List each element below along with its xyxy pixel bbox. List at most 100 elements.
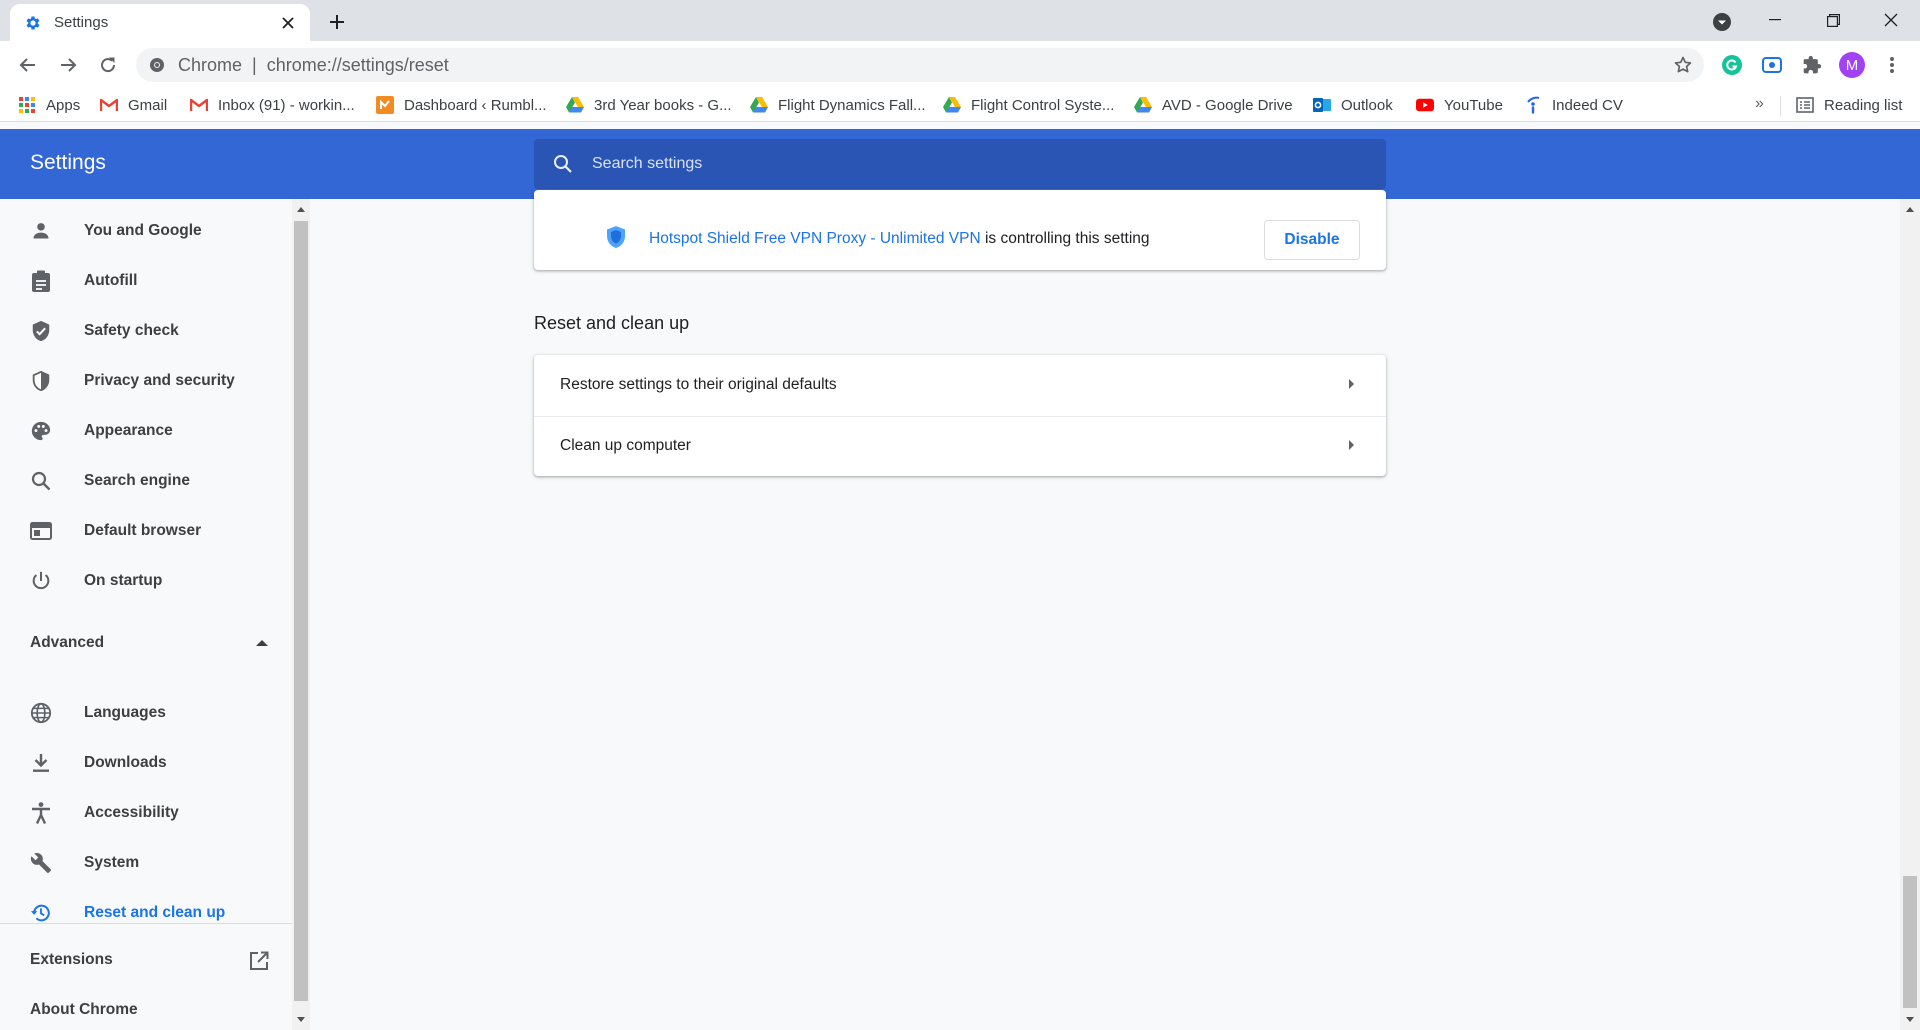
arrow-right-icon: [1349, 440, 1354, 450]
scrollbar-thumb[interactable]: [1903, 876, 1917, 1008]
palette-icon: [29, 419, 53, 443]
bookmark-label: Gmail: [128, 96, 168, 114]
search-input[interactable]: [592, 155, 1292, 173]
sidebar-item-label: On startup: [84, 572, 163, 589]
bookmark-label: 3rd Year books - G...: [594, 96, 732, 114]
scrollbar-thumb[interactable]: [294, 221, 308, 1001]
bookmark-label: Dashboard ‹ Rumbl...: [404, 96, 547, 114]
advanced-toggle[interactable]: Advanced: [30, 631, 270, 655]
gmail-icon: [100, 96, 118, 114]
sidebar-item-label: You and Google: [84, 222, 202, 239]
scroll-down-arrow-icon[interactable]: [297, 1017, 305, 1022]
grammarly-extension-icon[interactable]: [1716, 49, 1748, 81]
clean-up-computer-row[interactable]: Clean up computer: [534, 416, 1386, 476]
bookmark-gmail[interactable]: Gmail: [100, 93, 167, 117]
section-title: Reset and clean up: [534, 313, 690, 333]
bookmark-3rd-year-books[interactable]: 3rd Year books - G...: [566, 93, 732, 117]
sidebar-item-on-startup[interactable]: On startup: [0, 557, 292, 605]
reading-list-button[interactable]: Reading list: [1796, 93, 1902, 117]
bookmark-label: Flight Control Syste...: [971, 96, 1115, 114]
gmail-icon: [190, 96, 208, 114]
advanced-label: Advanced: [30, 634, 105, 651]
disable-extension-button[interactable]: Disable: [1264, 220, 1360, 260]
main-scrollbar[interactable]: [1900, 199, 1920, 1030]
bookmark-label: Inbox (91) - workin...: [218, 96, 355, 114]
sidebar-item-label: Search engine: [84, 472, 190, 489]
youtube-icon: [1416, 96, 1434, 114]
apps-grid-icon: [18, 96, 36, 114]
sidebar-item-label: System: [84, 854, 140, 871]
close-tab-icon[interactable]: [278, 13, 298, 33]
row-label: Restore settings to their original defau…: [560, 376, 837, 393]
tab-search-button[interactable]: [1710, 10, 1734, 34]
sidebar-item-privacy-and-security[interactable]: Privacy and security: [0, 357, 292, 405]
sidebar-item-default-browser[interactable]: Default browser: [0, 507, 292, 555]
profile-avatar[interactable]: M: [1836, 49, 1868, 81]
google-drive-icon: [943, 96, 961, 114]
bookmark-indeed-cv[interactable]: Indeed CV: [1524, 93, 1623, 117]
sidebar-item-languages[interactable]: Languages: [0, 689, 292, 737]
scroll-up-arrow-icon[interactable]: [1906, 207, 1914, 212]
sidebar-item-system[interactable]: System: [0, 839, 292, 887]
sidebar-item-you-and-google[interactable]: You and Google: [0, 207, 292, 255]
address-bar[interactable]: Chrome | chrome://settings/reset: [136, 48, 1704, 82]
bookmarks-bar: Apps Gmail Inbox (91) - workin... Dashbo…: [0, 89, 1920, 122]
scroll-down-arrow-icon[interactable]: [1906, 1017, 1914, 1022]
bookmark-inbox[interactable]: Inbox (91) - workin...: [190, 93, 355, 117]
bookmark-flight-control[interactable]: Flight Control Syste...: [943, 93, 1114, 117]
sidebar-item-about-chrome[interactable]: About Chrome: [30, 1001, 138, 1019]
close-window-button[interactable]: [1862, 0, 1920, 40]
omnibox-origin: Chrome: [178, 54, 243, 75]
tab-settings[interactable]: Settings: [10, 4, 310, 41]
sidebar-item-safety-check[interactable]: Safety check: [0, 307, 292, 355]
screen-capture-extension-icon[interactable]: [1756, 49, 1788, 81]
google-drive-icon: [1134, 96, 1152, 114]
sidebar-item-accessibility[interactable]: Accessibility: [0, 789, 292, 837]
restore-defaults-row[interactable]: Restore settings to their original defau…: [534, 355, 1386, 415]
sidebar-item-label: Languages: [84, 704, 166, 721]
gear-icon: [24, 14, 42, 32]
chrome-menu-button[interactable]: [1876, 49, 1908, 81]
forward-button[interactable]: [52, 49, 84, 81]
person-icon: [29, 219, 53, 243]
back-button[interactable]: [12, 49, 44, 81]
extension-control-card: Hotspot Shield Free VPN Proxy - Unlimite…: [534, 190, 1386, 270]
extensions-puzzle-icon[interactable]: [1796, 49, 1828, 81]
sidebar-item-appearance[interactable]: Appearance: [0, 407, 292, 455]
accessibility-icon: [29, 801, 53, 825]
extension-name-link[interactable]: Hotspot Shield Free VPN Proxy - Unlimite…: [649, 230, 981, 247]
shield-check-icon: [29, 319, 53, 343]
minimize-button[interactable]: [1746, 0, 1804, 40]
open-in-new-icon[interactable]: [248, 950, 270, 972]
settings-sidebar: You and Google Autofill Safety check Pri…: [0, 199, 292, 1030]
reload-button[interactable]: [92, 49, 124, 81]
bookmark-flight-dynamics[interactable]: Flight Dynamics Fall...: [750, 93, 926, 117]
bookmark-youtube[interactable]: YouTube: [1416, 93, 1503, 117]
bookmarks-overflow-button[interactable]: »: [1755, 95, 1764, 113]
sidebar-item-reset-and-clean-up[interactable]: Reset and clean up: [0, 889, 292, 937]
bookmark-outlook[interactable]: Outlook: [1313, 93, 1393, 117]
scroll-up-arrow-icon[interactable]: [297, 207, 305, 212]
sidebar-item-search-engine[interactable]: Search engine: [0, 457, 292, 505]
restore-button[interactable]: [1804, 0, 1862, 40]
bookmark-star-icon[interactable]: [1672, 54, 1694, 76]
bookmark-avd-drive[interactable]: AVD - Google Drive: [1134, 93, 1293, 117]
outlook-icon: [1313, 96, 1331, 114]
profile-initial: M: [1845, 56, 1859, 74]
sidebar-item-autofill[interactable]: Autofill: [0, 257, 292, 305]
sidebar-item-label: Appearance: [84, 422, 173, 439]
settings-search-box[interactable]: [534, 139, 1386, 189]
sidebar-scrollbar[interactable]: [292, 199, 310, 1030]
bookmark-apps[interactable]: Apps: [18, 93, 80, 117]
omnibox-url: chrome://settings/reset: [266, 54, 449, 75]
sidebar-item-label: Default browser: [84, 522, 202, 539]
bookmark-label: Indeed CV: [1552, 96, 1623, 114]
sidebar-item-downloads[interactable]: Downloads: [0, 739, 292, 787]
google-drive-icon: [566, 96, 584, 114]
clipboard-icon: [29, 269, 53, 293]
sidebar-item-extensions[interactable]: Extensions: [30, 951, 113, 969]
tab-strip: Settings: [0, 0, 1920, 41]
bookmark-dashboard[interactable]: Dashboard ‹ Rumbl...: [376, 93, 547, 117]
new-tab-button[interactable]: [324, 9, 350, 35]
extension-control-suffix: is controlling this setting: [980, 230, 1150, 247]
